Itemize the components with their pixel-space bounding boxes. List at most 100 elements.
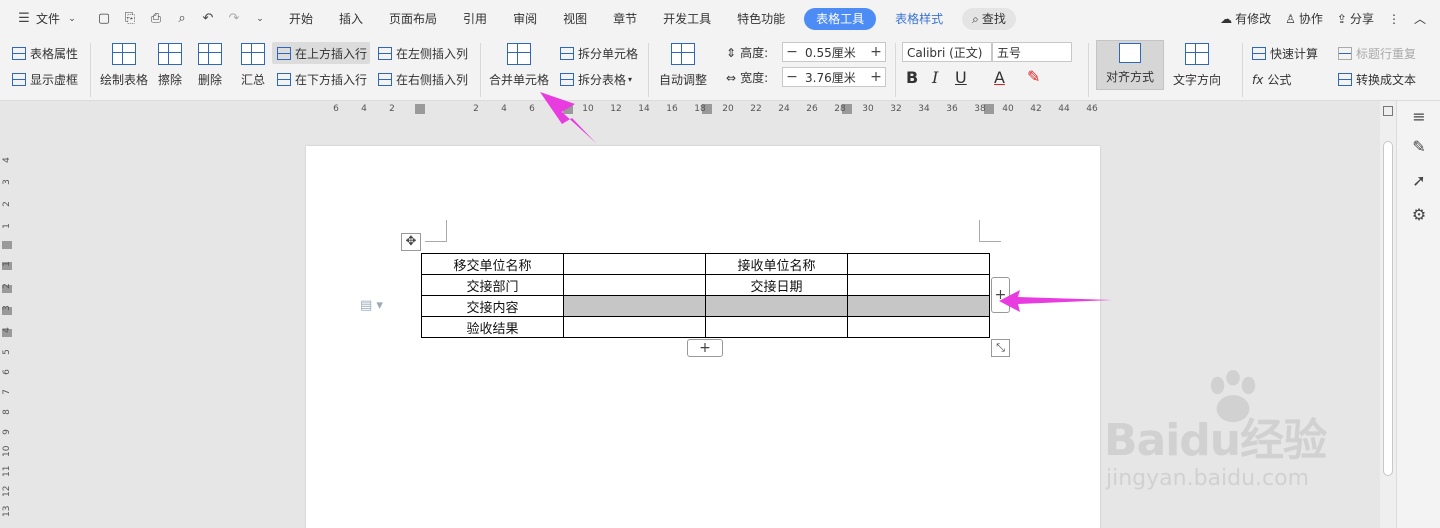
redo-icon[interactable]: ↷ bbox=[226, 11, 242, 27]
search-icon: ⌕ bbox=[972, 11, 979, 26]
table-cell[interactable] bbox=[563, 274, 706, 296]
search-box[interactable]: ⌕ 查找 bbox=[962, 7, 1016, 30]
text-direction-button[interactable]: 文字方向 bbox=[1173, 43, 1221, 88]
bold-icon[interactable]: B bbox=[906, 68, 918, 87]
height-value[interactable]: 0.55厘米 bbox=[801, 44, 867, 61]
split-cells-icon bbox=[560, 47, 574, 60]
table-resize-icon[interactable]: ⤡ bbox=[991, 339, 1010, 357]
minus-icon[interactable]: − bbox=[783, 69, 801, 85]
add-row-button[interactable]: + bbox=[687, 339, 723, 357]
scrollbar-thumb[interactable] bbox=[1383, 141, 1393, 476]
document-table[interactable]: 移交单位名称 接收单位名称 交接部门 交接日期 交接内容 验收结果 bbox=[421, 253, 990, 338]
table-cell[interactable] bbox=[847, 316, 990, 338]
table-cell[interactable] bbox=[705, 316, 848, 338]
show-gridlines-button[interactable]: 显示虚框 bbox=[12, 71, 78, 88]
erase-button[interactable]: 擦除 bbox=[158, 43, 182, 88]
customize-toolbar-icon[interactable]: ⌄ bbox=[252, 11, 268, 27]
font-name-select[interactable]: Calibri (正文) bbox=[902, 42, 992, 62]
formula-button[interactable]: fx 公式 bbox=[1252, 71, 1291, 88]
insert-col-right-button[interactable]: 在右侧插入列 bbox=[378, 71, 468, 88]
selected-table-cell[interactable] bbox=[847, 295, 990, 317]
add-column-button[interactable]: + bbox=[991, 277, 1010, 313]
scroll-page-icon[interactable] bbox=[1383, 106, 1393, 116]
width-value[interactable]: 3.76厘米 bbox=[801, 69, 867, 86]
auto-adjust-button[interactable]: 自动调整 bbox=[659, 43, 707, 88]
selected-table-cell[interactable] bbox=[705, 295, 848, 317]
panel-menu-icon[interactable]: ≡ bbox=[1409, 107, 1429, 127]
horizontal-ruler[interactable]: 6 4 2 2 4 6 8 10 12 14 16 18 20 22 24 26 28 30 32 34 36 38 40 4… bbox=[0, 101, 1380, 119]
select-cursor-icon[interactable]: ➚ bbox=[1409, 171, 1429, 191]
paragraph-layout-icon[interactable]: ▤ ▾ bbox=[360, 298, 383, 313]
table-cell[interactable]: 交接部门 bbox=[421, 274, 564, 296]
tab-home[interactable]: 开始 bbox=[276, 8, 326, 30]
tab-insert[interactable]: 插入 bbox=[326, 8, 376, 30]
split-table-button[interactable]: 拆分表格 ▾ bbox=[560, 71, 632, 88]
alignment-button[interactable]: 对齐方式 bbox=[1096, 40, 1164, 90]
table-cell[interactable]: 验收结果 bbox=[421, 316, 564, 338]
ruler-marker[interactable] bbox=[563, 104, 573, 114]
insert-col-left-button[interactable]: 在左侧插入列 bbox=[378, 45, 468, 62]
delete-button[interactable]: 删除 bbox=[198, 43, 222, 88]
share-button[interactable]: ⇪ 分享 bbox=[1337, 10, 1374, 27]
has-changes-button[interactable]: ☁ 有修改 bbox=[1220, 10, 1271, 27]
tab-page-layout[interactable]: 页面布局 bbox=[376, 8, 450, 30]
table-cell[interactable] bbox=[847, 253, 990, 275]
pen-icon[interactable]: ✎ bbox=[1409, 137, 1429, 157]
tab-special-features[interactable]: 特色功能 bbox=[724, 8, 798, 30]
title-row-repeat-label: 标题行重复 bbox=[1356, 47, 1417, 61]
ruler-tick-label: 38 bbox=[974, 104, 986, 114]
italic-icon[interactable]: I bbox=[932, 68, 938, 87]
settings-sliders-icon[interactable]: ⚙ bbox=[1409, 205, 1429, 225]
tab-table-tools[interactable]: 表格工具 bbox=[804, 7, 877, 30]
table-cell[interactable] bbox=[847, 274, 990, 296]
height-stepper[interactable]: − 0.55厘米 + bbox=[782, 42, 886, 62]
tab-view[interactable]: 视图 bbox=[550, 8, 600, 30]
draw-table-button[interactable]: 绘制表格 bbox=[100, 43, 148, 88]
table-cell[interactable]: 接收单位名称 bbox=[705, 253, 848, 275]
collaborate-button[interactable]: ♙ 协作 bbox=[1285, 10, 1323, 27]
vertical-ruler[interactable]: 4 3 2 1 1 2 3 4 5 6 7 8 9 10 11 12 13 bbox=[0, 119, 14, 528]
print-icon[interactable]: ⎙ bbox=[148, 11, 164, 27]
tab-references[interactable]: 引用 bbox=[450, 8, 500, 30]
table-properties-button[interactable]: 表格属性 bbox=[12, 45, 78, 62]
table-cell[interactable] bbox=[563, 253, 706, 275]
insert-row-below-button[interactable]: 在下方插入行 bbox=[277, 71, 367, 88]
ruler-tick-label: 10 bbox=[2, 445, 12, 457]
title-row-repeat-button[interactable]: 标题行重复 bbox=[1338, 45, 1416, 62]
table-cell[interactable] bbox=[563, 316, 706, 338]
tab-table-style[interactable]: 表格样式 bbox=[882, 8, 956, 30]
table-move-icon[interactable]: ✥ bbox=[401, 233, 421, 251]
plus-icon[interactable]: + bbox=[867, 69, 885, 85]
selected-table-cell[interactable] bbox=[563, 295, 706, 317]
save-icon[interactable]: ▢ bbox=[96, 11, 112, 27]
tab-developer[interactable]: 开发工具 bbox=[650, 8, 724, 30]
more-options-icon[interactable]: ⋮ bbox=[1388, 12, 1400, 26]
collapse-ribbon-icon[interactable]: ︿ bbox=[1414, 10, 1426, 27]
print-preview-icon[interactable]: ⌕ bbox=[174, 11, 190, 27]
merge-cells-button[interactable]: 合并单元格 bbox=[489, 43, 549, 88]
font-color-icon[interactable]: A bbox=[994, 68, 1005, 87]
tab-review[interactable]: 审阅 bbox=[500, 8, 550, 30]
ruler-marker[interactable] bbox=[415, 104, 425, 114]
insert-row-above-button[interactable]: 在上方插入行 bbox=[277, 45, 367, 62]
ruler-marker[interactable] bbox=[2, 241, 12, 249]
export-pdf-icon[interactable]: ⎘ bbox=[122, 11, 138, 27]
quick-calc-button[interactable]: 快速计算 bbox=[1252, 45, 1318, 62]
width-stepper[interactable]: − 3.76厘米 + bbox=[782, 67, 886, 87]
convert-to-text-button[interactable]: 转换成文本 bbox=[1338, 71, 1416, 88]
tab-chapter[interactable]: 章节 bbox=[600, 8, 650, 30]
ruler-tick-label: 1 bbox=[2, 261, 12, 267]
table-cell[interactable]: 交接内容 bbox=[421, 295, 564, 317]
highlight-icon[interactable]: ✎ bbox=[1027, 67, 1040, 86]
minus-icon[interactable]: − bbox=[783, 44, 801, 60]
vertical-scrollbar[interactable] bbox=[1380, 101, 1396, 528]
file-menu[interactable]: ☰ 文件 ⌄ bbox=[0, 10, 84, 27]
undo-icon[interactable]: ↶ bbox=[200, 11, 216, 27]
font-size-select[interactable]: 五号 bbox=[992, 42, 1072, 62]
table-cell[interactable]: 交接日期 bbox=[705, 274, 848, 296]
plus-icon[interactable]: + bbox=[867, 44, 885, 60]
underline-icon[interactable]: U bbox=[955, 68, 967, 87]
summary-button[interactable]: 汇总 bbox=[241, 43, 265, 88]
split-cells-button[interactable]: 拆分单元格 bbox=[560, 45, 638, 62]
table-cell[interactable]: 移交单位名称 bbox=[421, 253, 564, 275]
